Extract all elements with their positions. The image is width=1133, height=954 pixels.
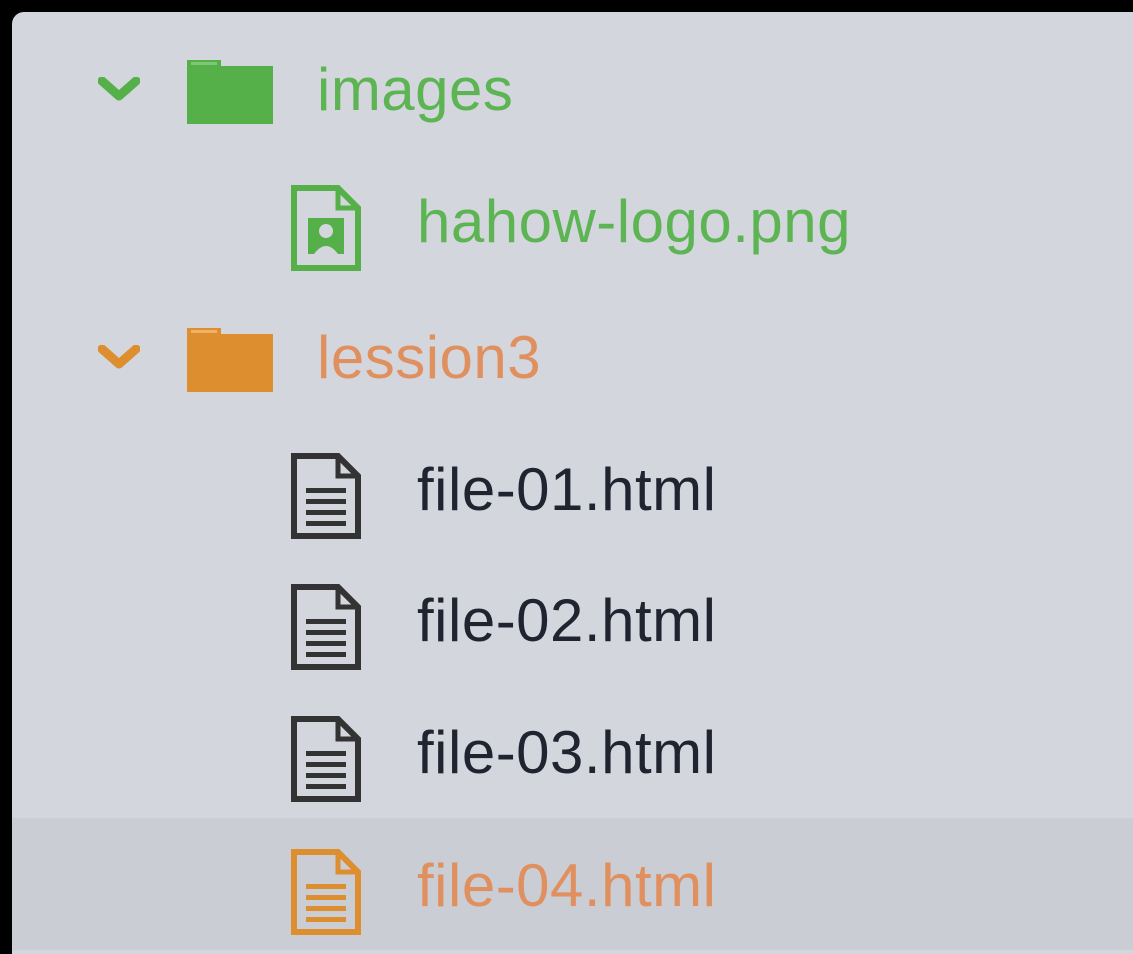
tree-file-04[interactable]: file-04.html (12, 818, 1133, 950)
file-label-hahow-logo: hahow-logo.png (417, 188, 852, 255)
file-label-04: file-04.html (417, 852, 717, 919)
file-tree-panel: images hahow-logo.png lession3 file-01.h… (12, 12, 1133, 954)
chevron-down-icon[interactable] (98, 345, 140, 369)
tree-folder-lession3[interactable]: lession3 (12, 290, 1133, 422)
folder-icon (187, 60, 273, 124)
file-label-01: file-01.html (417, 456, 717, 523)
tree-folder-images[interactable]: images (12, 22, 1133, 154)
chevron-down-icon[interactable] (98, 77, 140, 101)
document-icon (291, 849, 361, 935)
folder-label-lession3: lession3 (317, 324, 542, 391)
file-label-02: file-02.html (417, 587, 717, 654)
folder-icon (187, 328, 273, 392)
document-icon (291, 584, 361, 670)
tree-file-02[interactable]: file-02.html (12, 553, 1133, 685)
tree-file-hahow-logo[interactable]: hahow-logo.png (12, 154, 1133, 286)
file-label-03: file-03.html (417, 719, 717, 786)
document-icon (291, 716, 361, 802)
image-file-icon (291, 185, 361, 271)
folder-label-images: images (317, 56, 514, 123)
tree-file-01[interactable]: file-01.html (12, 422, 1133, 554)
tree-file-03[interactable]: file-03.html (12, 685, 1133, 817)
document-icon (291, 453, 361, 539)
